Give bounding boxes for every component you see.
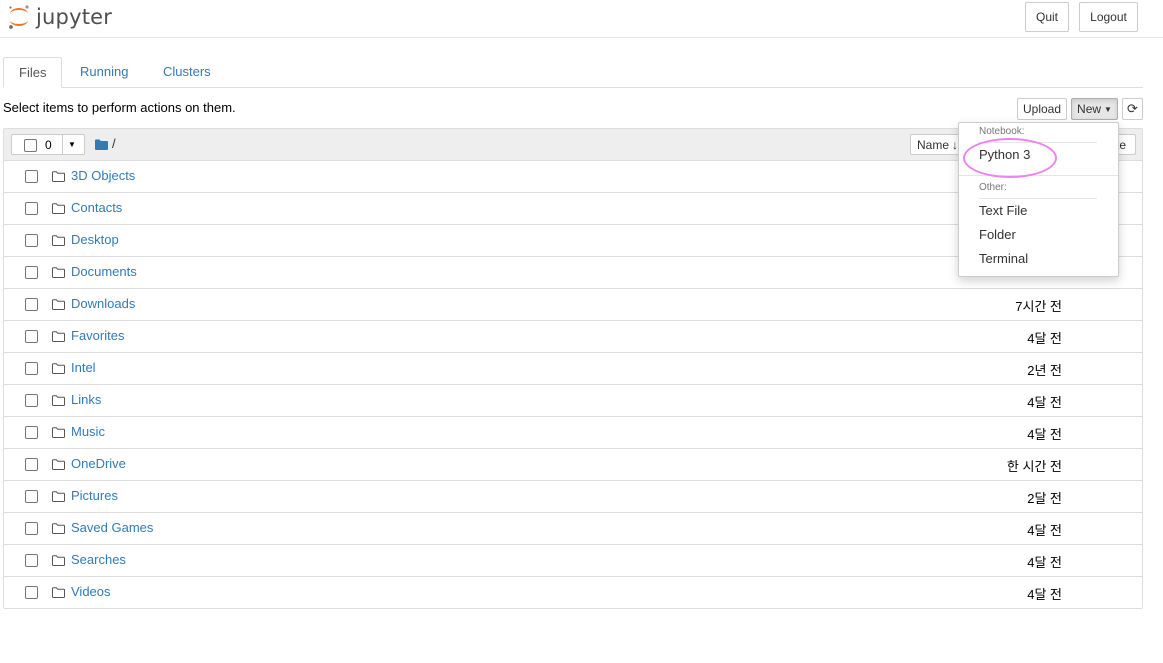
refresh-icon: ⟳ bbox=[1127, 101, 1138, 116]
item-name-link[interactable]: Searches bbox=[71, 552, 126, 567]
python3-highlight-circle bbox=[963, 138, 1057, 178]
select-all-group: 0 ▼ bbox=[11, 134, 85, 155]
tab-clusters[interactable]: Clusters bbox=[148, 57, 226, 87]
item-name-link[interactable]: Links bbox=[71, 392, 101, 407]
item-name-link[interactable]: Saved Games bbox=[71, 520, 153, 535]
item-modified: 4달 전 bbox=[1027, 587, 1062, 602]
divider bbox=[62, 135, 63, 154]
item-name-link[interactable]: 3D Objects bbox=[71, 168, 135, 183]
menu-item-terminal[interactable]: Terminal bbox=[979, 251, 1028, 266]
folder-outline-icon bbox=[52, 298, 65, 313]
sort-by-name-button[interactable]: Name ↓ bbox=[910, 134, 965, 155]
list-item[interactable]: OneDrive 한 시간 전 bbox=[4, 449, 1142, 481]
item-checkbox[interactable] bbox=[25, 522, 38, 535]
item-checkbox[interactable] bbox=[25, 170, 38, 183]
folder-outline-icon bbox=[52, 554, 65, 569]
quit-button[interactable]: Quit bbox=[1025, 2, 1069, 32]
other-header: Other: bbox=[979, 182, 1007, 193]
menu-item-text-file[interactable]: Text File bbox=[979, 203, 1027, 218]
select-menu-caret-icon[interactable]: ▼ bbox=[68, 140, 76, 149]
item-name-link[interactable]: Videos bbox=[71, 584, 111, 599]
list-item[interactable]: Pictures 2달 전 bbox=[4, 481, 1142, 513]
item-checkbox[interactable] bbox=[25, 490, 38, 503]
folder-outline-icon bbox=[52, 426, 65, 441]
item-checkbox[interactable] bbox=[25, 554, 38, 567]
item-name-link[interactable]: Downloads bbox=[71, 296, 135, 311]
item-modified: 4달 전 bbox=[1027, 427, 1062, 442]
list-item[interactable]: Downloads 7시간 전 bbox=[4, 289, 1142, 321]
breadcrumb[interactable]: / bbox=[112, 136, 116, 151]
folder-outline-icon bbox=[52, 202, 65, 217]
tab-running[interactable]: Running bbox=[65, 57, 143, 87]
list-item[interactable]: Favorites 4달 전 bbox=[4, 321, 1142, 353]
item-modified: 4달 전 bbox=[1027, 523, 1062, 538]
new-dropdown-button[interactable]: New ▼ bbox=[1071, 98, 1118, 120]
item-modified: 한 시간 전 bbox=[1006, 459, 1062, 474]
folder-outline-icon bbox=[52, 330, 65, 345]
list-item[interactable]: Music 4달 전 bbox=[4, 417, 1142, 449]
jupyter-logo[interactable]: jupyter bbox=[7, 2, 112, 32]
new-button-label: New bbox=[1077, 102, 1102, 116]
item-modified: 2달 전 bbox=[1027, 491, 1062, 506]
item-name-link[interactable]: OneDrive bbox=[71, 456, 126, 471]
item-checkbox[interactable] bbox=[25, 298, 38, 311]
folder-outline-icon bbox=[52, 266, 65, 281]
item-checkbox[interactable] bbox=[25, 394, 38, 407]
item-checkbox[interactable] bbox=[25, 426, 38, 439]
item-name-link[interactable]: Desktop bbox=[71, 232, 119, 247]
menu-divider bbox=[979, 198, 1097, 199]
item-modified: 2년 전 bbox=[1027, 363, 1062, 378]
upload-button[interactable]: Upload bbox=[1017, 98, 1067, 120]
item-modified: 4달 전 bbox=[1027, 331, 1062, 346]
item-checkbox[interactable] bbox=[25, 330, 38, 343]
selected-count: 0 bbox=[45, 138, 52, 152]
folder-outline-icon bbox=[52, 522, 65, 537]
list-item[interactable]: Saved Games 4달 전 bbox=[4, 513, 1142, 545]
folder-outline-icon bbox=[52, 394, 65, 409]
sort-name-label: Name bbox=[916, 137, 949, 152]
top-header: jupyter Quit Logout bbox=[0, 0, 1163, 38]
jupyter-logo-icon bbox=[7, 3, 31, 31]
logo-text: jupyter bbox=[36, 5, 113, 29]
item-checkbox[interactable] bbox=[25, 202, 38, 215]
item-name-link[interactable]: Favorites bbox=[71, 328, 124, 343]
logout-button[interactable]: Logout bbox=[1079, 2, 1138, 32]
item-checkbox[interactable] bbox=[25, 586, 38, 599]
list-item[interactable]: Videos 4달 전 bbox=[4, 577, 1142, 608]
notebook-header: Notebook: bbox=[979, 126, 1025, 137]
item-name-link[interactable]: Contacts bbox=[71, 200, 122, 215]
folder-outline-icon bbox=[52, 170, 65, 185]
list-item[interactable]: Links 4달 전 bbox=[4, 385, 1142, 417]
folder-outline-icon bbox=[52, 362, 65, 377]
folder-outline-icon bbox=[52, 458, 65, 473]
refresh-button[interactable]: ⟳ bbox=[1122, 98, 1143, 120]
menu-item-folder[interactable]: Folder bbox=[979, 227, 1016, 242]
item-name-link[interactable]: Intel bbox=[71, 360, 96, 375]
item-modified: 4달 전 bbox=[1027, 555, 1062, 570]
select-all-checkbox[interactable] bbox=[24, 139, 37, 152]
item-checkbox[interactable] bbox=[25, 362, 38, 375]
tab-files[interactable]: Files bbox=[3, 57, 62, 88]
folder-outline-icon bbox=[52, 490, 65, 505]
folder-outline-icon bbox=[52, 234, 65, 249]
item-checkbox[interactable] bbox=[25, 234, 38, 247]
item-name-link[interactable]: Documents bbox=[71, 264, 137, 279]
item-checkbox[interactable] bbox=[25, 266, 38, 279]
menu-divider bbox=[959, 175, 1118, 176]
item-checkbox[interactable] bbox=[25, 458, 38, 471]
folder-outline-icon bbox=[52, 586, 65, 601]
caret-down-icon: ▼ bbox=[1104, 104, 1112, 114]
folder-icon[interactable] bbox=[95, 138, 108, 153]
item-modified: 7시간 전 bbox=[1015, 299, 1062, 314]
item-name-link[interactable]: Music bbox=[71, 424, 105, 439]
item-name-link[interactable]: Pictures bbox=[71, 488, 118, 503]
list-item[interactable]: Searches 4달 전 bbox=[4, 545, 1142, 577]
list-item[interactable]: Intel 2년 전 bbox=[4, 353, 1142, 385]
selection-hint: Select items to perform actions on them. bbox=[3, 100, 236, 115]
item-modified: 4달 전 bbox=[1027, 395, 1062, 410]
tab-bar: Files Running Clusters bbox=[3, 57, 1143, 88]
